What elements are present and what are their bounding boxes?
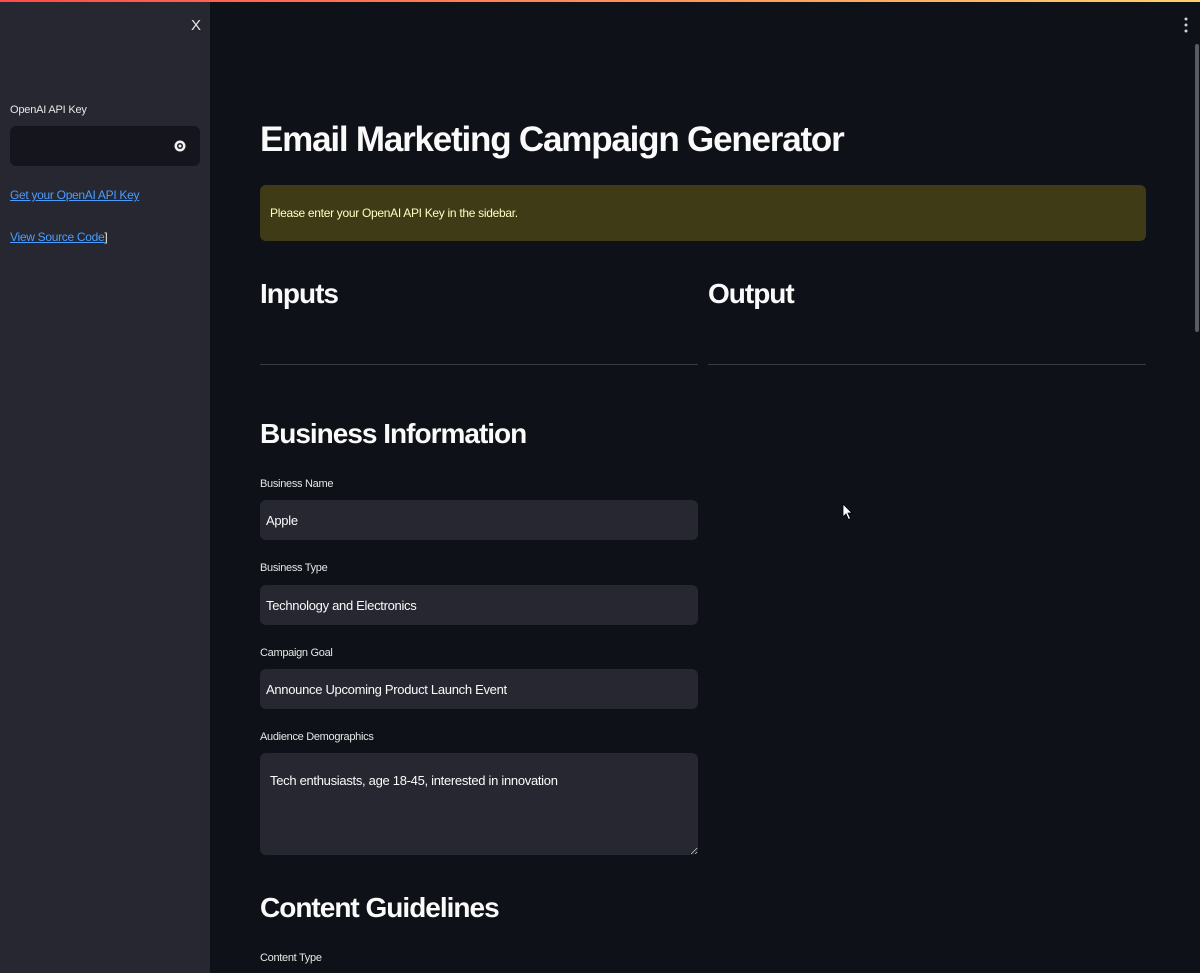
page-title: Email Marketing Campaign Generator [260,120,845,159]
top-accent-bar [0,0,1200,2]
view-source-link[interactable]: View Source Code [10,230,105,244]
campaign-goal-label: Campaign Goal [260,647,333,659]
content-type-label: Content Type [260,952,322,964]
output-divider [708,364,1146,365]
inputs-heading: Inputs [260,278,339,309]
get-api-key-link[interactable]: Get your OpenAI API Key [10,188,139,202]
audience-demographics-label: Audience Demographics [260,731,374,743]
mouse-cursor-icon [842,503,853,521]
close-sidebar-button[interactable]: X [188,16,204,36]
alert-text: Please enter your OpenAI API Key in the … [270,206,518,220]
business-type-input[interactable] [260,585,698,625]
source-code-link-row: View Source Code] [10,230,108,244]
sidebar: X OpenAI API Key Get your OpenAI API Key… [0,0,210,973]
inputs-divider [260,364,698,365]
api-key-input[interactable] [18,134,172,160]
api-key-field [10,126,200,166]
business-info-heading: Business Information [260,418,527,449]
business-name-label: Business Name [260,478,334,490]
output-heading: Output [708,278,795,309]
warning-alert: Please enter your OpenAI API Key in the … [260,185,1146,241]
audience-demographics-textarea[interactable]: Tech enthusiasts, age 18-45, interested … [260,753,698,855]
scrollbar[interactable] [1195,44,1199,332]
source-link-bracket: ] [104,230,108,244]
business-type-label: Business Type [260,562,328,574]
business-name-input[interactable] [260,500,698,540]
content-guidelines-heading: Content Guidelines [260,892,500,923]
kebab-menu-icon[interactable] [1180,16,1192,34]
api-key-label: OpenAI API Key [10,104,87,116]
campaign-goal-input[interactable] [260,669,698,709]
eye-icon[interactable] [173,139,187,153]
